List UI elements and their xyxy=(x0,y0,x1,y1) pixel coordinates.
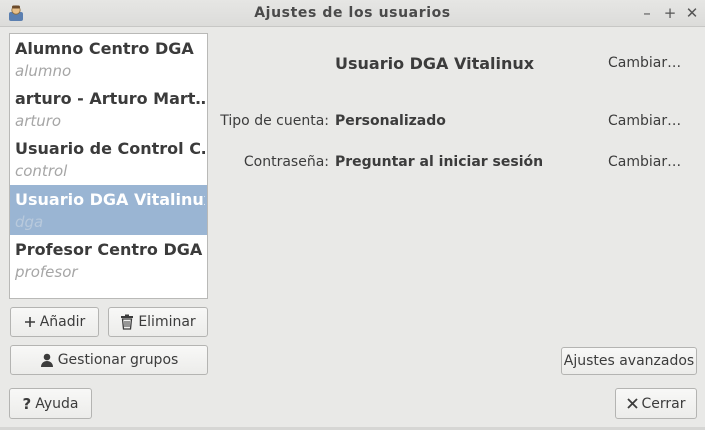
user-login-name: alumno xyxy=(15,62,72,80)
password-label: Contraseña: xyxy=(243,154,329,170)
window-titlebar: Ajustes de los usuarios – + ✕ xyxy=(0,0,705,27)
trash-icon xyxy=(120,314,134,330)
user-login-name: profesor xyxy=(15,263,78,281)
account-type-value: Personalizado xyxy=(335,113,446,129)
add-user-label: Añadir xyxy=(39,314,86,330)
change-password-button[interactable]: Cambiar… xyxy=(608,154,681,170)
user-full-name: arturo - Arturo Mart… xyxy=(15,89,205,108)
help-button[interactable]: ? Ayuda xyxy=(9,388,92,419)
user-full-name: Usuario DGA Vitalinux xyxy=(15,190,205,209)
user-list-item-control[interactable]: Usuario de Control C… control xyxy=(10,134,207,184)
advanced-settings-button[interactable]: Ajustes avanzados xyxy=(561,347,697,375)
user-list-item-alumno[interactable]: Alumno Centro DGA alumno xyxy=(10,34,207,84)
add-user-button[interactable]: Añadir xyxy=(10,307,99,337)
plus-icon xyxy=(24,316,36,328)
question-icon: ? xyxy=(22,394,32,413)
delete-user-button[interactable]: Eliminar xyxy=(108,307,208,337)
manage-groups-label: Gestionar grupos xyxy=(57,352,179,368)
window-close-button[interactable]: ✕ xyxy=(683,4,701,22)
selected-user-full-name: Usuario DGA Vitalinux xyxy=(335,54,535,73)
user-login-name: dga xyxy=(15,213,44,231)
user-list-item-profesor[interactable]: Profesor Centro DGA profesor xyxy=(10,235,207,285)
user-list-item-arturo[interactable]: arturo - Arturo Mart… arturo xyxy=(10,84,207,134)
user-full-name: Alumno Centro DGA xyxy=(15,39,194,58)
person-icon xyxy=(40,353,54,367)
maximize-button[interactable]: + xyxy=(661,4,679,22)
advanced-settings-label: Ajustes avanzados xyxy=(563,353,695,369)
user-full-name: Profesor Centro DGA xyxy=(15,240,203,259)
account-type-label: Tipo de cuenta: xyxy=(220,113,329,129)
close-button[interactable]: Cerrar xyxy=(615,388,697,419)
delete-user-label: Eliminar xyxy=(138,314,196,330)
user-login-name: control xyxy=(15,162,68,180)
user-full-name: Usuario de Control C… xyxy=(15,139,205,158)
user-list-item-dga[interactable]: Usuario DGA Vitalinux dga xyxy=(10,185,207,235)
window-title: Ajustes de los usuarios xyxy=(254,5,451,21)
close-x-icon xyxy=(626,398,638,409)
close-label: Cerrar xyxy=(641,395,686,412)
password-value: Preguntar al iniciar sesión xyxy=(335,154,544,170)
change-name-button[interactable]: Cambiar… xyxy=(608,55,681,71)
minimize-button[interactable]: – xyxy=(638,4,656,22)
user-list[interactable]: Alumno Centro DGA alumno arturo - Arturo… xyxy=(9,33,208,299)
user-login-name: arturo xyxy=(15,112,62,130)
change-account-type-button[interactable]: Cambiar… xyxy=(608,113,681,129)
manage-groups-button[interactable]: Gestionar grupos xyxy=(10,345,208,375)
help-label: Ayuda xyxy=(35,395,79,412)
